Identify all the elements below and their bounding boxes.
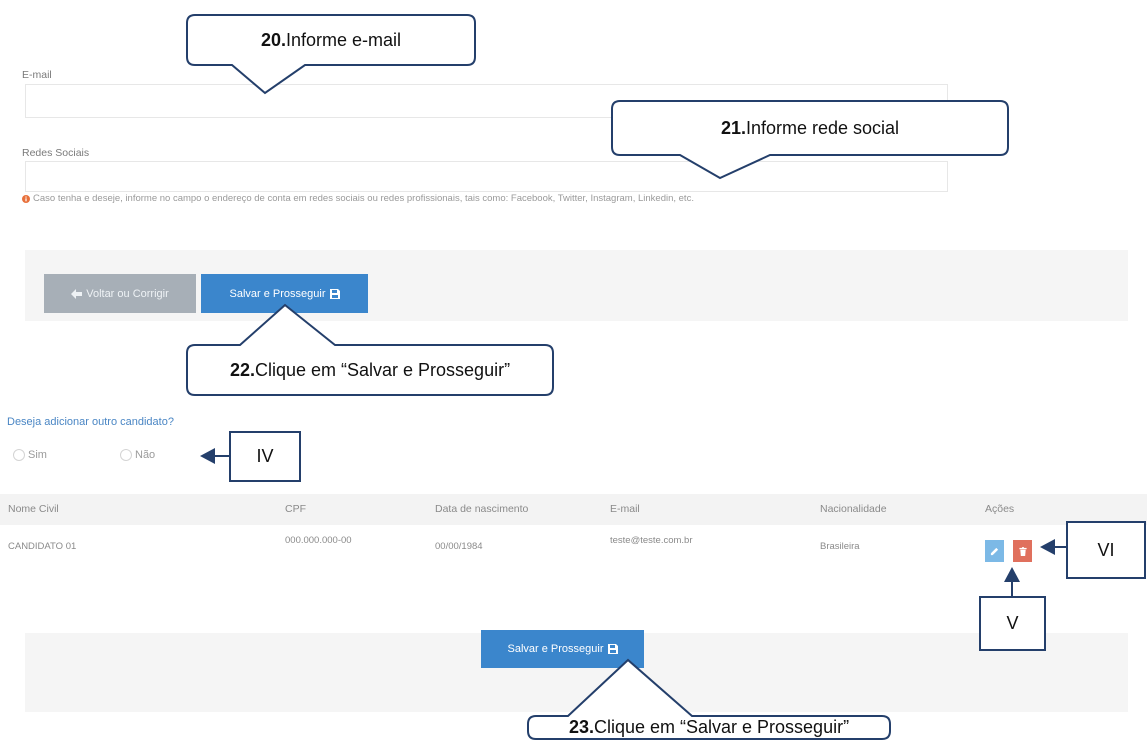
- column-header-cpf: CPF: [285, 503, 306, 515]
- radio-nao-label: Não: [135, 449, 156, 461]
- email-label: E-mail: [22, 69, 52, 81]
- callout-20-number: 20.: [260, 29, 286, 50]
- save-and-continue-button-bottom[interactable]: Salvar e Prosseguir: [481, 630, 644, 668]
- cell-email: teste@teste.com.br: [610, 535, 693, 546]
- back-or-correct-label: Voltar ou Corrigir: [86, 287, 169, 300]
- column-header-acoes: Ações: [985, 503, 1015, 515]
- callout-20-text: Informe e-mail: [286, 29, 402, 50]
- back-or-correct-button[interactable]: Voltar ou Corrigir: [44, 274, 196, 313]
- save-and-continue-label-bottom: Salvar e Prosseguir: [507, 643, 604, 655]
- marker-vi-label: VI: [1097, 539, 1115, 560]
- callout-20: 20. Informe e-mail: [187, 15, 475, 65]
- column-header-data-nascimento: Data de nascimento: [435, 503, 529, 515]
- cell-nome-civil: CANDIDATO 01: [8, 541, 77, 552]
- radio-sim[interactable]: [13, 449, 25, 461]
- column-header-email: E-mail: [610, 503, 640, 515]
- callout-21-text: Informe rede social: [745, 117, 900, 138]
- arrow-left-icon: [71, 288, 83, 299]
- cell-nacionalidade: Brasileira: [820, 541, 860, 552]
- radio-nao[interactable]: [120, 449, 132, 461]
- edit-candidate-button[interactable]: [985, 540, 1004, 562]
- radio-option-sim[interactable]: Sim: [13, 449, 47, 461]
- info-icon: [22, 194, 30, 203]
- social-networks-help-text: Caso tenha e deseje, informe no campo o …: [33, 193, 694, 204]
- pencil-icon: [990, 547, 999, 556]
- save-icon: [607, 644, 618, 654]
- save-icon: [329, 288, 340, 299]
- social-networks-help: Caso tenha e deseje, informe no campo o …: [22, 193, 694, 204]
- callout-22-text: Clique em “Salvar e Prosseguir”: [254, 359, 511, 380]
- social-networks-label: Redes Sociais: [22, 147, 90, 159]
- column-header-nacionalidade: Nacionalidade: [820, 503, 887, 515]
- delete-candidate-button[interactable]: [1013, 540, 1032, 562]
- candidate-registration-page: E-mail Redes Sociais Caso tenha e deseje…: [0, 0, 1147, 740]
- cell-data-nascimento: 00/00/1984: [435, 541, 483, 552]
- save-and-continue-button-top[interactable]: Salvar e Prosseguir: [201, 274, 368, 313]
- marker-v-arrow-head: [1004, 567, 1020, 582]
- cell-cpf: 000.000.000-00: [285, 535, 352, 546]
- callout-23-text: Clique em “Salvar e Prosseguir”: [593, 717, 850, 737]
- social-networks-input[interactable]: [25, 161, 948, 192]
- add-another-candidate-question: Deseja adicionar outro candidato?: [7, 416, 174, 428]
- table-row: CANDIDATO 01 000.000.000-00 00/00/1984 t…: [0, 530, 1147, 566]
- radio-sim-label: Sim: [28, 449, 47, 461]
- save-and-continue-label: Salvar e Prosseguir: [229, 287, 326, 300]
- callout-21: 21. Informe rede social: [612, 101, 1008, 155]
- callout-22-number: 22.: [229, 359, 255, 380]
- marker-v-label: V: [1006, 613, 1019, 633]
- callout-21-number: 21.: [720, 117, 746, 138]
- callout-23: 23. Clique em “Salvar e Prosseguir”: [528, 716, 890, 739]
- marker-iv-label: IV: [256, 446, 274, 466]
- trash-icon: [1018, 546, 1027, 556]
- column-header-nome-civil: Nome Civil: [8, 503, 59, 515]
- marker-iv-arrow-head: [200, 448, 215, 464]
- callout-22: 22. Clique em “Salvar e Prosseguir”: [187, 345, 553, 395]
- radio-option-nao[interactable]: Não: [120, 449, 155, 461]
- callout-23-number: 23.: [568, 717, 594, 737]
- candidates-table-header: Nome Civil CPF Data de nascimento E-mail…: [0, 494, 1147, 525]
